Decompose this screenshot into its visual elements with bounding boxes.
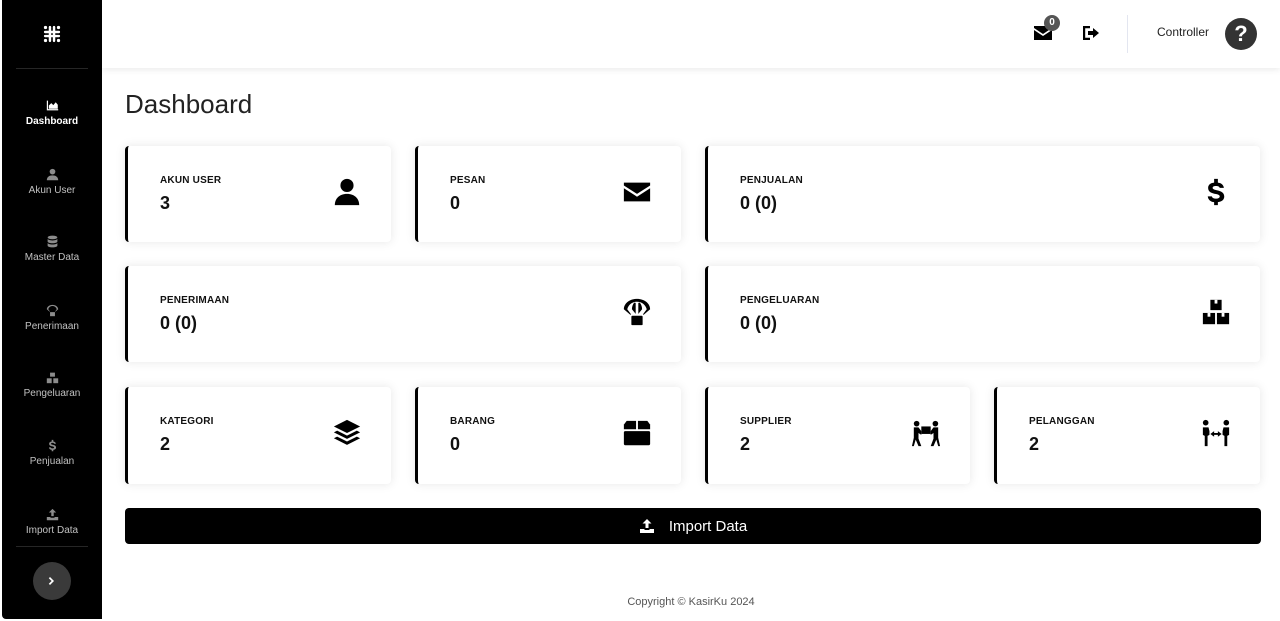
stat-value: 0 (0) (740, 193, 778, 213)
parachute-box-icon (621, 296, 653, 328)
logout-button[interactable] (1082, 24, 1100, 42)
sidebar-item-label: Dashboard (25, 115, 79, 127)
sidebar-item-label: Pengeluaran (23, 387, 81, 399)
avatar[interactable]: ? (1225, 18, 1257, 50)
topbar-divider (1127, 15, 1128, 53)
sidebar-item-dashboard[interactable]: Dashboard (2, 83, 102, 143)
user-icon (45, 168, 59, 182)
upload-icon (639, 519, 654, 533)
sidebar-toggle-button[interactable] (33, 562, 71, 600)
sidebar-item-label: Import Data (25, 524, 79, 536)
sidebar-item-pengeluaran[interactable]: Pengeluaran (2, 355, 102, 415)
stat-card-penerimaan[interactable]: PENERIMAAN 0 (0) (125, 266, 681, 362)
app-root: Dashboard Akun User Master Data Penerima… (0, 0, 1280, 621)
sidebar-item-penerimaan[interactable]: Penerimaan (2, 288, 102, 348)
sidebar-item-master-data[interactable]: Master Data (2, 219, 102, 279)
messages-button[interactable]: 0 (1033, 15, 1060, 44)
box-icon (621, 417, 653, 449)
chart-area-icon (45, 99, 59, 113)
envelope-icon (621, 176, 653, 208)
stat-value: 0 (0) (160, 313, 198, 333)
stat-value: 3 (160, 193, 171, 213)
import-data-button[interactable]: Import Data (125, 508, 1261, 544)
sidebar-divider (16, 546, 88, 547)
sidebar-divider (16, 68, 88, 69)
stat-label: PENGELUARAN (740, 295, 820, 306)
stat-value: 2 (740, 434, 751, 454)
slack-logo-icon (43, 25, 61, 43)
stat-card-pesan[interactable]: PESAN 0 (415, 146, 681, 242)
stat-card-pelanggan[interactable]: PELANGGAN 2 (994, 387, 1260, 484)
stat-label: KATEGORI (160, 416, 214, 427)
parachute-box-icon (45, 304, 59, 318)
page-title: Dashboard (125, 89, 253, 119)
footer-copyright: Copyright © KasirKu 2024 (627, 596, 755, 608)
stat-label: PENJUALAN (740, 175, 803, 186)
user-icon (331, 176, 363, 208)
stat-card-kategori[interactable]: KATEGORI 2 (125, 387, 391, 484)
stat-card-barang[interactable]: BARANG 0 (415, 387, 681, 484)
sidebar-item-akun-user[interactable]: Akun User (2, 152, 102, 212)
sign-out-icon (1083, 26, 1099, 40)
sidebar-item-label: Penerimaan (25, 320, 79, 332)
layer-group-icon (331, 417, 363, 449)
people-arrows-icon (1200, 417, 1232, 449)
stat-card-akun-user[interactable]: AKUN USER 3 (125, 146, 391, 242)
stat-label: BARANG (450, 416, 496, 427)
stat-card-supplier[interactable]: SUPPLIER 2 (705, 387, 970, 484)
stat-label: PESAN (450, 175, 486, 186)
stat-value: 2 (1029, 434, 1040, 454)
stat-value: 0 (450, 434, 461, 454)
stat-value: 0 (450, 193, 461, 213)
stat-label: PELANGGAN (1029, 416, 1095, 427)
database-icon (45, 235, 59, 249)
topbar: 0 Controller ? (102, 0, 1280, 68)
sidebar-item-label: Akun User (28, 184, 76, 196)
dollar-sign-icon (45, 439, 59, 453)
sidebar: Dashboard Akun User Master Data Penerima… (2, 0, 102, 619)
question-icon: ? (1234, 21, 1248, 46)
message-count-badge: 0 (1044, 15, 1060, 31)
dollar-sign-icon (1200, 176, 1232, 208)
chevron-right-icon (48, 577, 54, 585)
brand-logo[interactable] (2, 0, 102, 68)
stat-card-pengeluaran[interactable]: PENGELUARAN 0 (0) (705, 266, 1260, 362)
stat-card-penjualan[interactable]: PENJUALAN 0 (0) (705, 146, 1260, 242)
sidebar-item-label: Penjualan (29, 455, 75, 467)
import-data-label: Import Data (668, 517, 748, 535)
stat-value: 2 (160, 434, 171, 454)
sidebar-item-label: Master Data (24, 251, 80, 263)
stat-value: 0 (0) (740, 313, 778, 333)
people-carry-icon (910, 417, 942, 449)
stat-label: AKUN USER (160, 175, 222, 186)
stat-label: SUPPLIER (740, 416, 792, 427)
boxes-icon (1200, 296, 1232, 328)
stat-label: PENERIMAAN (160, 295, 230, 306)
upload-icon (45, 508, 59, 522)
user-name[interactable]: Controller (1157, 25, 1209, 39)
sidebar-item-penjualan[interactable]: Penjualan (2, 423, 102, 483)
boxes-icon (45, 371, 59, 385)
sidebar-item-import-data[interactable]: Import Data (2, 492, 102, 552)
